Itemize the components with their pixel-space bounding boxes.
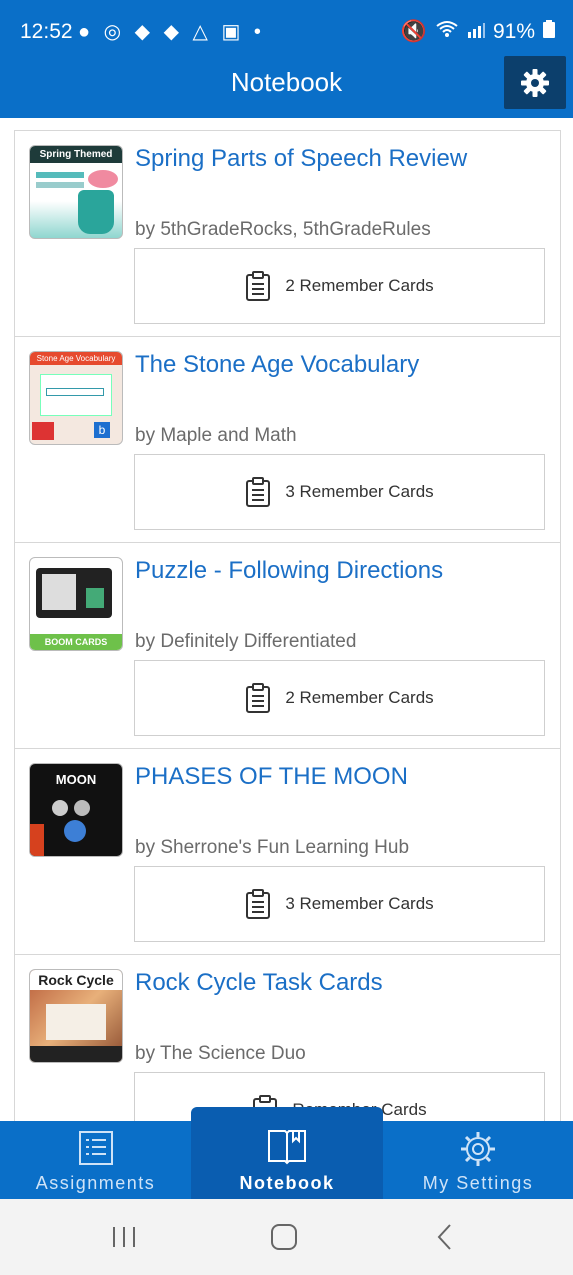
tab-assignments[interactable]: Assignments — [0, 1121, 191, 1199]
deck-thumbnail[interactable]: Spring Themed — [29, 145, 123, 239]
clipboard-icon — [246, 889, 271, 919]
status-right: 🔇 91% — [401, 20, 555, 44]
status-bar: 12:52 ● ◎ ◆ ◆ △ ▣ • 🔇 91% — [0, 0, 573, 64]
home-icon[interactable] — [270, 1223, 298, 1251]
status-time: 12:52 — [20, 20, 73, 43]
thumbnail-caption: BOOM CARDS — [30, 634, 122, 650]
clipboard-icon — [246, 271, 271, 301]
remember-cards-label: 3 Remember Cards — [285, 482, 434, 501]
clipboard-icon — [246, 683, 271, 713]
deck-title[interactable]: Puzzle - Following Directions — [135, 557, 550, 585]
remember-cards-label: 3 Remember Cards — [285, 894, 434, 913]
thumbnail-caption: Stone Age Vocabulary — [30, 352, 122, 365]
deck-author: by Definitely Differentiated — [135, 631, 357, 652]
remember-cards-label: 2 Remember Cards — [285, 688, 434, 707]
page-title: Notebook — [230, 67, 343, 97]
deck-thumbnail[interactable]: MOON — [29, 763, 123, 857]
tab-label: My Settings — [422, 1173, 534, 1193]
deck-author: by The Science Duo — [135, 1043, 306, 1064]
tab-my-settings[interactable]: My Settings — [383, 1121, 573, 1199]
deck-title[interactable]: The Stone Age Vocabulary — [135, 351, 550, 379]
clipboard-icon — [246, 477, 271, 507]
deck-author: by 5thGradeRocks, 5thGradeRules — [135, 219, 431, 240]
list-item[interactable]: MOON PHASES OF THE MOON by Sherrone's Fu… — [15, 749, 560, 955]
tab-label: Assignments — [35, 1173, 156, 1193]
thumbnail-caption: Spring Themed — [30, 146, 122, 163]
back-icon[interactable] — [436, 1223, 454, 1251]
deck-thumbnail[interactable]: BOOM CARDS — [29, 557, 123, 651]
system-nav-bar — [0, 1199, 573, 1275]
settings-button[interactable] — [504, 56, 566, 109]
battery-level: 91% — [492, 20, 535, 43]
list-item[interactable]: BOOM CARDS Puzzle - Following Directions… — [15, 543, 560, 749]
list-item[interactable]: Rock Cycle Rock Cycle Task Cards by The … — [15, 955, 560, 1122]
gear-icon — [461, 1132, 495, 1166]
remember-cards-label: 2 Remember Cards — [285, 276, 434, 295]
deck-title[interactable]: Rock Cycle Task Cards — [135, 969, 550, 997]
deck-thumbnail[interactable]: Stone Age Vocabulary b — [29, 351, 123, 445]
tab-label: Notebook — [239, 1173, 335, 1193]
notebook-list[interactable]: Spring Themed Spring Parts of Speech Rev… — [14, 130, 561, 1122]
app-bar: Notebook — [0, 64, 573, 118]
wifi-icon — [435, 20, 459, 44]
deck-author: by Sherrone's Fun Learning Hub — [135, 837, 410, 858]
notification-icons: ● ◎ ◆ ◆ △ ▣ • — [78, 21, 265, 43]
notebook-icon — [268, 1130, 306, 1165]
deck-title[interactable]: PHASES OF THE MOON — [135, 763, 550, 791]
list-item[interactable]: Spring Themed Spring Parts of Speech Rev… — [15, 131, 560, 337]
remember-cards-button[interactable]: 2 Remember Cards — [134, 660, 545, 736]
deck-author: by Maple and Math — [135, 425, 297, 446]
thumbnail-caption: Rock Cycle — [30, 970, 122, 990]
remember-cards-button[interactable]: 3 Remember Cards — [134, 866, 545, 942]
list-icon — [78, 1131, 113, 1165]
thumbnail-caption: MOON — [55, 772, 97, 787]
remember-cards-button[interactable]: 3 Remember Cards — [134, 454, 545, 530]
recent-apps-icon[interactable] — [110, 1225, 138, 1249]
remember-cards-button[interactable]: 2 Remember Cards — [134, 248, 545, 324]
deck-thumbnail[interactable]: Rock Cycle — [29, 969, 123, 1063]
signal-icon — [467, 20, 485, 44]
deck-title[interactable]: Spring Parts of Speech Review — [135, 145, 550, 173]
tab-notebook[interactable]: Notebook — [191, 1107, 383, 1199]
gear-icon — [521, 68, 549, 97]
battery-icon — [543, 20, 555, 44]
mute-icon: 🔇 — [400, 20, 427, 43]
list-item[interactable]: Stone Age Vocabulary b The Stone Age Voc… — [15, 337, 560, 543]
